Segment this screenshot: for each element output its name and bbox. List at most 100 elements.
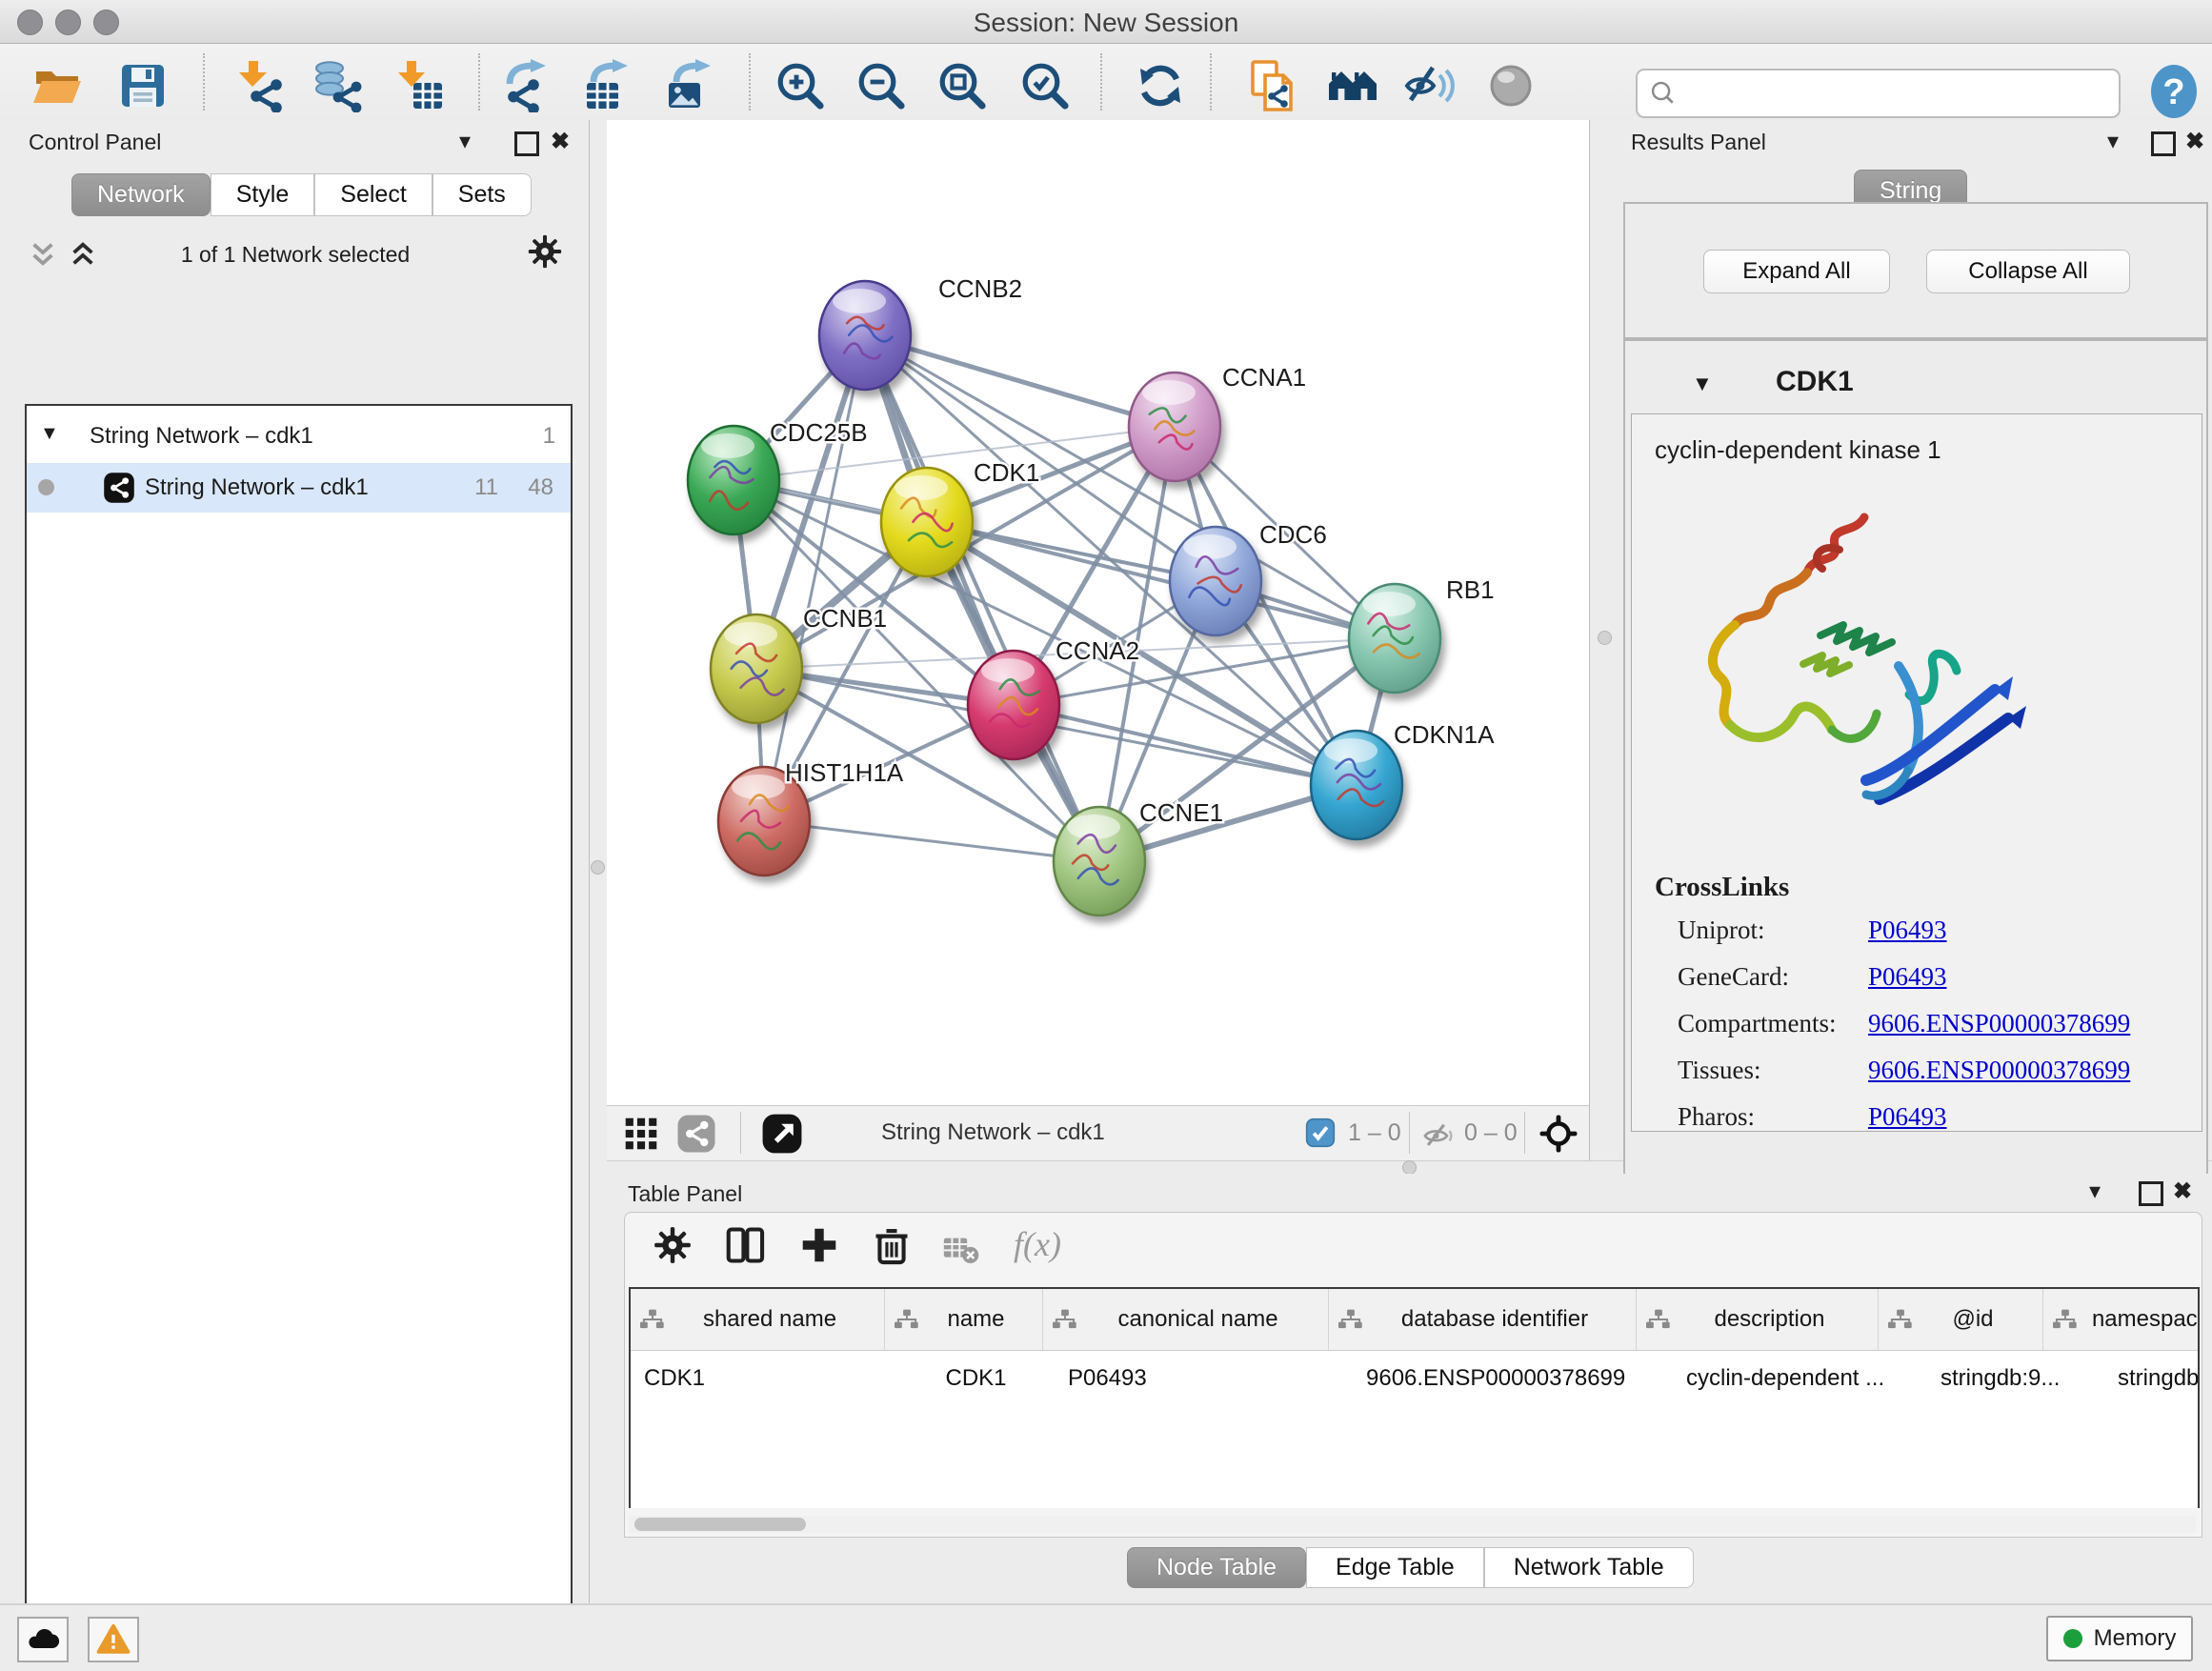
graph-node-CCNB1[interactable] <box>711 614 802 723</box>
left-splitter-handle[interactable] <box>591 860 605 875</box>
collapse-all-button[interactable]: Collapse All <box>1926 250 2130 293</box>
table-cell[interactable]: cyclin-dependent ... <box>1673 1351 1927 1406</box>
graph-node-CCNA2[interactable] <box>968 651 1059 759</box>
graph-node-CCNE1[interactable] <box>1054 807 1145 916</box>
table-panel-float-button[interactable] <box>2139 1181 2163 1206</box>
zoom-out-button[interactable] <box>855 59 908 112</box>
show-hidden-button[interactable] <box>1484 59 1538 112</box>
network-collection-row[interactable]: ▼ String Network – cdk1 1 <box>27 413 571 463</box>
delete-table-button[interactable] <box>941 1230 979 1273</box>
zoom-in-button[interactable] <box>774 59 827 112</box>
home-networks-button[interactable] <box>1326 59 1379 112</box>
import-table-button[interactable] <box>392 59 446 112</box>
table-scrollbar-thumb[interactable] <box>634 1518 806 1531</box>
save-session-button[interactable] <box>116 59 170 112</box>
table-cell[interactable]: stringdb:9... <box>1927 1351 2104 1406</box>
selected-checkbox[interactable] <box>1305 1117 1336 1153</box>
network-overview-button[interactable] <box>676 1114 716 1158</box>
gene-expand-icon[interactable]: ▼ <box>1692 372 1713 396</box>
column-header-description[interactable]: description <box>1637 1289 1879 1350</box>
tab-network[interactable]: Network <box>71 173 211 216</box>
graph-node-CDC6[interactable] <box>1170 527 1261 635</box>
column-header-canonical-name[interactable]: canonical name <box>1043 1289 1329 1350</box>
node-label-CCNA2: CCNA2 <box>1056 636 1139 665</box>
export-table-button[interactable] <box>580 59 633 112</box>
graph-node-CDKN1A[interactable] <box>1311 731 1402 839</box>
crosslink-link[interactable]: 9606.ENSP00000378699 <box>1868 1009 2130 1038</box>
network-row-selected[interactable]: String Network – cdk1 11 48 <box>27 463 571 513</box>
table-panel-close-button[interactable]: ✖ <box>2173 1178 2192 1205</box>
tab-network-table[interactable]: Network Table <box>1484 1547 1694 1588</box>
tab-edge-table[interactable]: Edge Table <box>1306 1547 1484 1588</box>
table-panel-float-menu[interactable]: ▾ <box>2089 1178 2101 1205</box>
crosslink-row: Pharos:P06493 <box>1678 1102 2173 1132</box>
graph-node-CCNB2[interactable] <box>819 281 911 390</box>
table-cell[interactable]: 9606.ENSP00000378699 <box>1353 1351 1673 1406</box>
tab-style[interactable]: Style <box>211 173 315 216</box>
control-panel-float-button[interactable] <box>514 131 539 156</box>
refresh-button[interactable] <box>1134 59 1187 112</box>
import-network-from-database-button[interactable] <box>309 59 362 112</box>
create-column-button[interactable] <box>798 1224 840 1271</box>
table-cell[interactable]: P06493 <box>1055 1351 1353 1406</box>
tab-select[interactable]: Select <box>314 173 432 216</box>
open-in-new-window-button[interactable] <box>761 1113 803 1159</box>
crosslink-link[interactable]: P06493 <box>1868 962 1947 992</box>
export-image-button[interactable] <box>661 59 714 112</box>
clone-network-button[interactable] <box>1246 59 1299 112</box>
import-network-button[interactable] <box>232 59 286 112</box>
column-header-namespace[interactable]: namespace <box>2043 1289 2200 1350</box>
graph-node-RB1[interactable] <box>1349 584 1440 693</box>
grid-view-button[interactable] <box>623 1116 659 1157</box>
column-header-name[interactable]: name <box>885 1289 1043 1350</box>
warnings-button[interactable] <box>88 1617 139 1662</box>
table-options-button[interactable] <box>652 1224 694 1271</box>
column-header-database-identifier[interactable]: database identifier <box>1329 1289 1637 1350</box>
crosslink-link[interactable]: P06493 <box>1868 1102 1947 1132</box>
right-splitter-handle[interactable] <box>1598 631 1612 645</box>
zoom-selected-button[interactable] <box>1018 59 1072 112</box>
tab-node-table[interactable]: Node Table <box>1127 1547 1306 1588</box>
network-canvas[interactable]: CCNB2CCNA1CDC25BCDK1CDC6RB1CCNB1CCNA2CDK… <box>607 120 1589 1105</box>
function-builder-button[interactable]: f(x) <box>1014 1224 1061 1264</box>
cloud-status-button[interactable] <box>17 1617 69 1662</box>
memory-button[interactable]: Memory <box>2046 1616 2193 1661</box>
show-columns-button[interactable] <box>724 1224 766 1271</box>
table-cell[interactable]: stringdb <box>2104 1351 2200 1406</box>
graph-node-CDK1[interactable] <box>881 468 973 576</box>
crosslink-link[interactable]: 9606.ENSP00000378699 <box>1868 1056 2130 1085</box>
network-graph[interactable]: CCNB2CCNA1CDC25BCDK1CDC6RB1CCNB1CCNA2CDK… <box>607 120 1589 1105</box>
table-cell[interactable]: CDK1 <box>897 1351 1055 1406</box>
table-cell[interactable]: CDK1 <box>631 1351 897 1406</box>
control-panel-close-button[interactable]: ✖ <box>551 128 570 155</box>
birds-eye-view-button[interactable] <box>1538 1114 1579 1158</box>
table-row[interactable]: CDK1CDK1P064939606.ENSP00000378699cyclin… <box>631 1351 2198 1406</box>
double-chevron-down-icon <box>29 240 57 269</box>
zoom-fit-button[interactable] <box>935 59 989 112</box>
column-header-shared-name[interactable]: shared name <box>631 1289 885 1350</box>
results-panel-float-menu[interactable]: ▾ <box>2107 128 2119 155</box>
export-network-button[interactable] <box>500 59 553 112</box>
gene-name: CDK1 <box>1776 366 1854 398</box>
control-panel-float-menu[interactable]: ▾ <box>459 128 471 155</box>
expand-all-networks-button[interactable] <box>69 240 97 273</box>
tab-sets[interactable]: Sets <box>432 173 532 216</box>
network-panel-options-button[interactable] <box>526 232 564 275</box>
graph-node-CCNA1[interactable] <box>1129 372 1220 481</box>
table-horizontal-scrollbar[interactable] <box>629 1516 2196 1533</box>
crosslink-link[interactable]: P06493 <box>1868 916 1947 945</box>
results-panel-float-button[interactable] <box>2151 131 2176 156</box>
search-input[interactable] <box>1685 79 2119 108</box>
bottom-splitter-handle[interactable] <box>1402 1160 1417 1175</box>
hide-unhide-button[interactable] <box>1404 59 1458 112</box>
graph-node-CDC25B[interactable] <box>688 426 779 534</box>
collection-expand-icon[interactable]: ▼ <box>40 423 59 445</box>
expand-all-button[interactable]: Expand All <box>1703 250 1890 293</box>
delete-column-button[interactable] <box>871 1224 913 1271</box>
results-panel-close-button[interactable]: ✖ <box>2185 128 2204 155</box>
collapse-all-networks-button[interactable] <box>29 240 57 273</box>
open-session-button[interactable] <box>30 59 84 112</box>
hidden-node-edge-counts: 0 – 0 <box>1464 1119 1518 1147</box>
column-header--id[interactable]: @id <box>1879 1289 2043 1350</box>
help-button[interactable]: ? <box>2149 64 2199 124</box>
